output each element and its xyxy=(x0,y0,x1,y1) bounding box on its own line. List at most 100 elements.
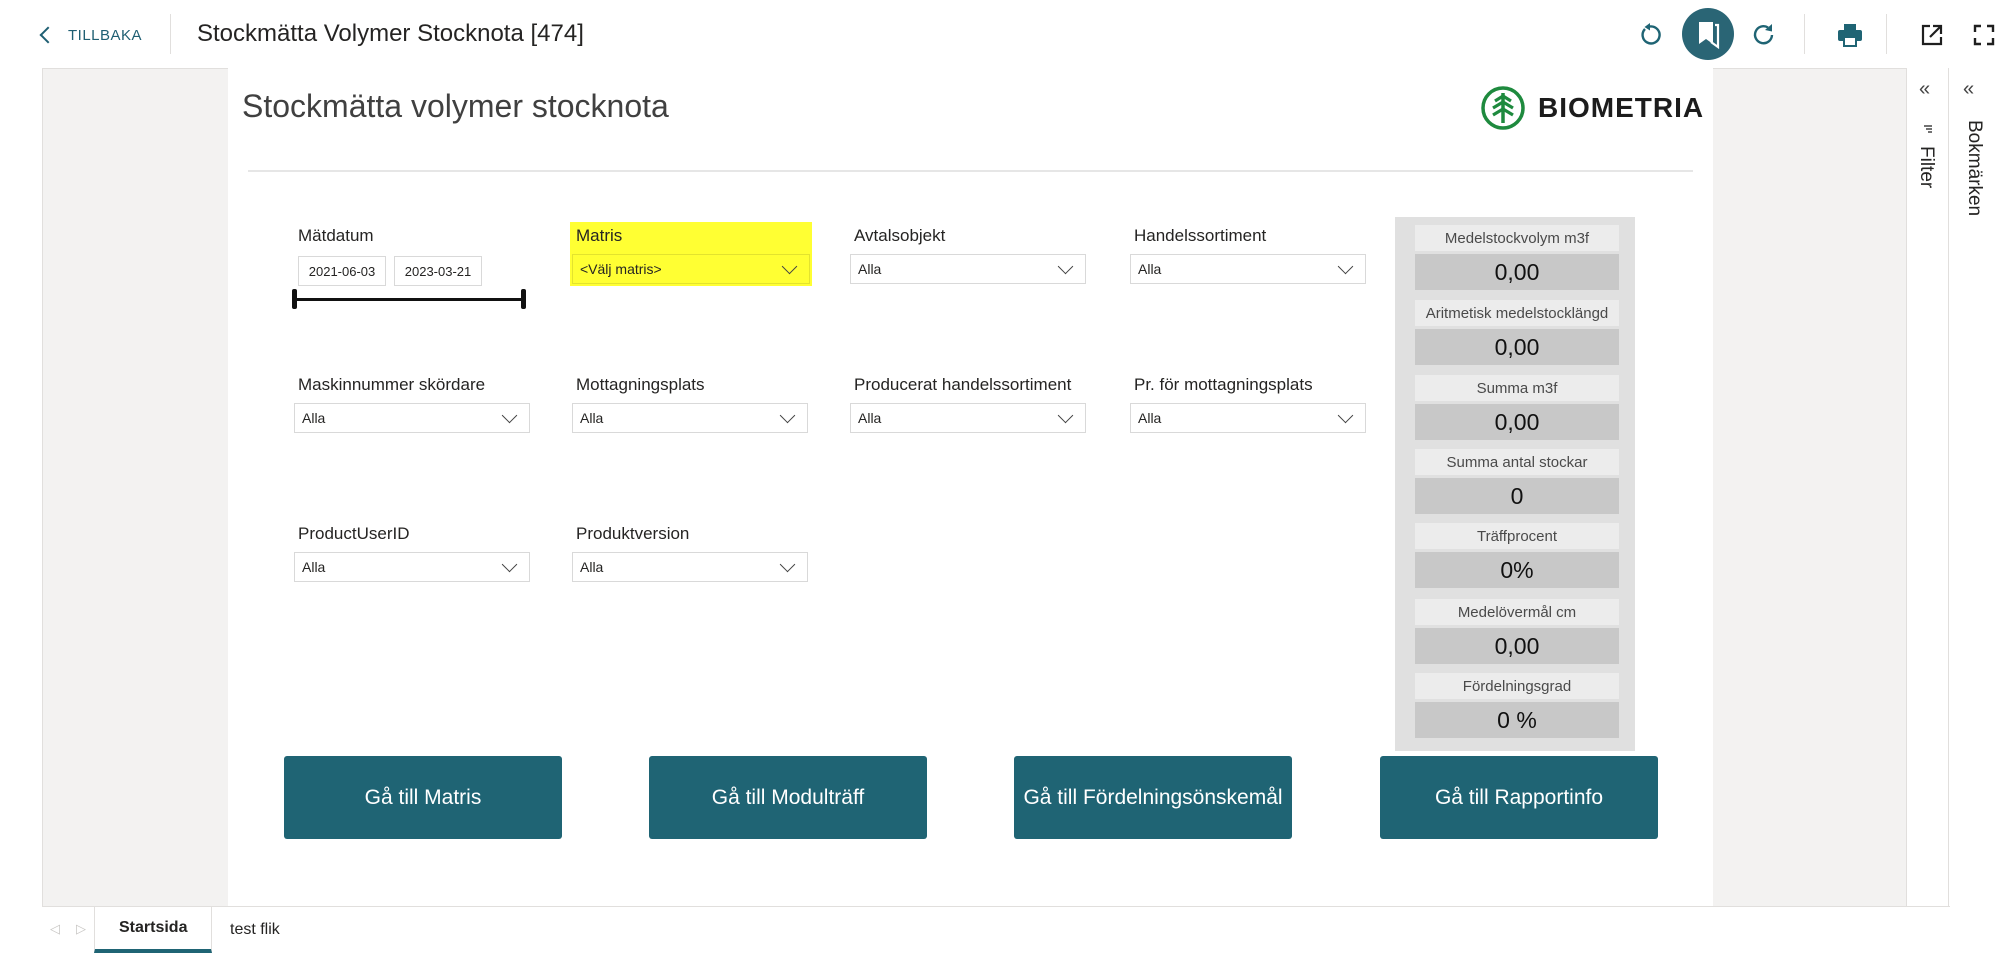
date-range-end-handle[interactable] xyxy=(521,289,526,309)
title-divider xyxy=(248,170,1693,172)
tab-prev-icon[interactable]: ◁ xyxy=(50,921,60,937)
kpi-value: 0,00 xyxy=(1415,628,1619,664)
goto-rapportinfo-button[interactable]: Gå till Rapportinfo xyxy=(1380,756,1658,839)
bookmark-icon[interactable] xyxy=(1682,8,1734,60)
bookmarks-pane-title: Bokmärken xyxy=(1964,120,1985,217)
produktversion-value: Alla xyxy=(580,559,604,575)
double-chevron-left-icon[interactable]: « xyxy=(1919,78,1930,101)
logo-text: BIOMETRIA xyxy=(1538,92,1705,123)
productuserid-label: ProductUserID xyxy=(298,524,410,543)
page-title: Stockmätta volymer stocknota xyxy=(242,88,669,124)
divider xyxy=(170,14,171,54)
print-icon[interactable] xyxy=(1832,17,1868,53)
chevron-left-icon xyxy=(39,26,57,44)
productuserid-dropdown[interactable]: Alla xyxy=(294,552,530,582)
kpi-value: 0 % xyxy=(1415,702,1619,738)
kpi-card: Medelstockvolym m3f 0,00 xyxy=(1415,225,1619,290)
matris-highlight: Matris <Välj matris> xyxy=(570,222,812,286)
mottagningsplats-dropdown[interactable]: Alla xyxy=(572,403,808,433)
maskinnummer-label: Maskinnummer skördare xyxy=(298,375,486,394)
pr-mottagningsplats-dropdown[interactable]: Alla xyxy=(1130,403,1366,433)
back-button[interactable]: TILLBAKA xyxy=(39,22,143,48)
productuserid-value: Alla xyxy=(302,559,326,575)
kpi-label: Medelövermål cm xyxy=(1415,599,1619,625)
avtalsobjekt-value: Alla xyxy=(858,261,882,277)
mottagningsplats-value: Alla xyxy=(580,410,604,426)
divider xyxy=(1886,14,1887,54)
filter-pane[interactable]: « Filter xyxy=(1906,68,1948,907)
chevron-down-icon xyxy=(1057,258,1074,274)
goto-modultraff-button[interactable]: Gå till Modulträff xyxy=(649,756,927,839)
producerat-label: Producerat handelssortiment xyxy=(854,375,1072,394)
bookmarks-pane[interactable]: « Bokmärken xyxy=(1948,68,2002,907)
reset-icon[interactable] xyxy=(1632,17,1668,53)
fullscreen-icon[interactable] xyxy=(1966,17,2002,53)
kpi-card: Aritmetisk medelstocklängd 0,00 xyxy=(1415,300,1619,365)
handelssortiment-value: Alla xyxy=(1138,261,1162,277)
handelssortiment-label: Handelssortiment xyxy=(1134,226,1267,245)
matdatum-label: Mätdatum xyxy=(298,226,374,245)
handelssortiment-dropdown[interactable]: Alla xyxy=(1130,254,1366,284)
chevron-down-icon xyxy=(1337,258,1354,274)
chevron-down-icon xyxy=(779,407,796,423)
kpi-value: 0,00 xyxy=(1415,329,1619,365)
kpi-panel: Medelstockvolym m3f 0,00 Aritmetisk mede… xyxy=(1395,217,1635,751)
goto-matris-button[interactable]: Gå till Matris xyxy=(284,756,562,839)
maskinnummer-value: Alla xyxy=(302,410,326,426)
date-range-start-handle[interactable] xyxy=(292,289,297,309)
maskinnummer-dropdown[interactable]: Alla xyxy=(294,403,530,433)
producerat-value: Alla xyxy=(858,410,882,426)
avtalsobjekt-label: Avtalsobjekt xyxy=(854,226,946,245)
kpi-label: Fördelningsgrad xyxy=(1415,673,1619,699)
page-tab-bar: ◁ ▷ Startsida test flik xyxy=(42,906,1950,953)
kpi-card: Summa antal stockar 0 xyxy=(1415,449,1619,514)
kpi-label: Medelstockvolym m3f xyxy=(1415,225,1619,251)
chevron-down-icon xyxy=(1057,407,1074,423)
chevron-down-icon xyxy=(781,258,798,274)
kpi-value: 0 xyxy=(1415,478,1619,514)
date-from-input[interactable]: 2021-06-03 xyxy=(298,256,386,286)
matris-dropdown[interactable]: <Välj matris> xyxy=(572,254,810,284)
tab-next-icon[interactable]: ▷ xyxy=(76,921,86,937)
goto-fordelning-button[interactable]: Gå till Fördelningsönskemål xyxy=(1014,756,1292,839)
kpi-card: Summa m3f 0,00 xyxy=(1415,375,1619,440)
matris-label: Matris xyxy=(576,226,623,245)
report-canvas: Stockmätta volymer stocknota BIOMETRIA M… xyxy=(228,68,1713,906)
back-label: TILLBAKA xyxy=(68,26,143,44)
date-to-input[interactable]: 2023-03-21 xyxy=(394,256,482,286)
produktversion-label: Produktversion xyxy=(576,524,690,543)
kpi-value: 0,00 xyxy=(1415,404,1619,440)
filter-pane-title: Filter xyxy=(1916,146,1937,189)
refresh-icon[interactable] xyxy=(1746,17,1782,53)
chevron-down-icon xyxy=(1337,407,1354,423)
avtalsobjekt-dropdown[interactable]: Alla xyxy=(850,254,1086,284)
tab-test-flik[interactable]: test flik xyxy=(206,907,304,953)
divider xyxy=(1804,14,1805,54)
produktversion-dropdown[interactable]: Alla xyxy=(572,552,808,582)
chevron-down-icon xyxy=(779,556,796,572)
kpi-value: 0% xyxy=(1415,552,1619,588)
report-title: Stockmätta Volymer Stocknota [474] xyxy=(197,20,584,47)
open-external-icon[interactable] xyxy=(1914,17,1950,53)
kpi-card: Medelövermål cm 0,00 xyxy=(1415,599,1619,664)
matris-value: <Välj matris> xyxy=(580,261,662,277)
pr-mottagningsplats-label: Pr. för mottagningsplats xyxy=(1134,375,1313,394)
chevron-down-icon xyxy=(501,556,518,572)
kpi-label: Summa m3f xyxy=(1415,375,1619,401)
kpi-label: Summa antal stockar xyxy=(1415,449,1619,475)
kpi-label: Träffprocent xyxy=(1415,523,1619,549)
mottagningsplats-label: Mottagningsplats xyxy=(576,375,705,394)
top-bar: TILLBAKA Stockmätta Volymer Stocknota [4… xyxy=(0,0,2002,70)
kpi-card: Fördelningsgrad 0 % xyxy=(1415,673,1619,738)
double-chevron-left-icon[interactable]: « xyxy=(1963,78,1974,101)
filter-icon xyxy=(1924,125,1932,133)
pr-mottagningsplats-value: Alla xyxy=(1138,410,1162,426)
date-range-slider[interactable] xyxy=(294,298,522,301)
producerat-dropdown[interactable]: Alla xyxy=(850,403,1086,433)
kpi-label: Aritmetisk medelstocklängd xyxy=(1415,300,1619,326)
kpi-value: 0,00 xyxy=(1415,254,1619,290)
biometria-logo: BIOMETRIA xyxy=(1480,85,1704,131)
tab-startsida[interactable]: Startsida xyxy=(94,907,213,953)
chevron-down-icon xyxy=(501,407,518,423)
biometria-logo-icon xyxy=(1481,86,1525,130)
